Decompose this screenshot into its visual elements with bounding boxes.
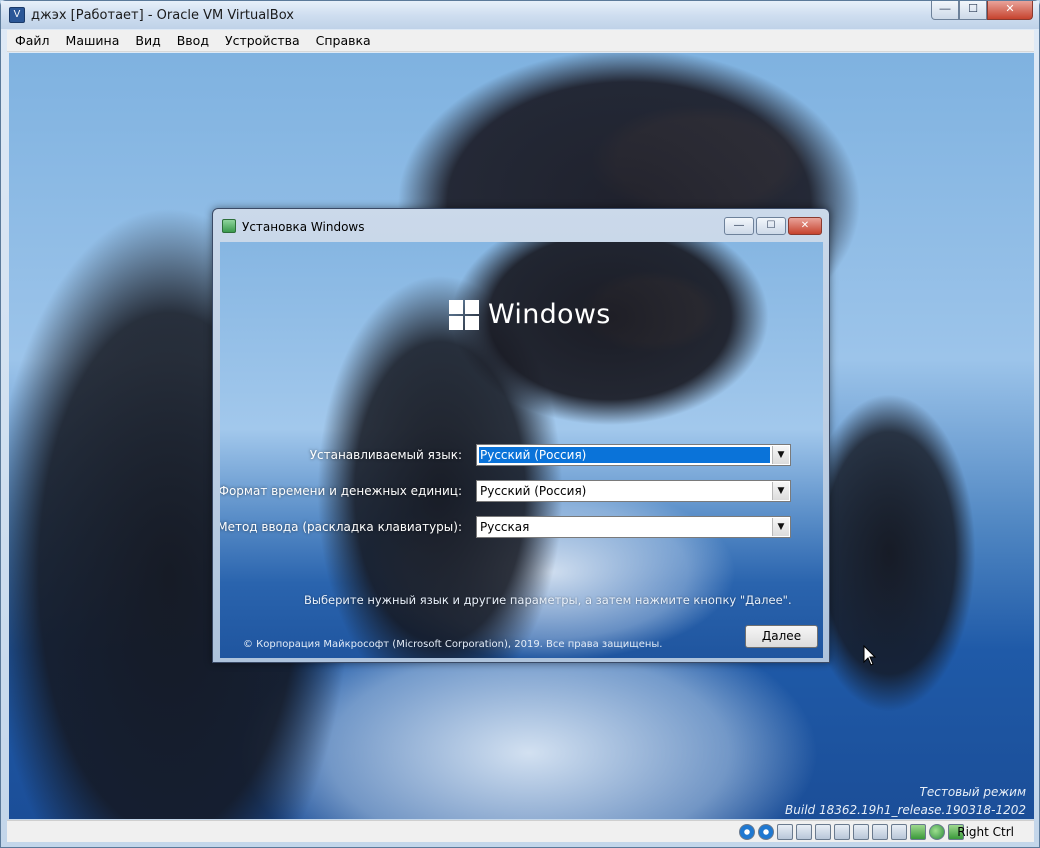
windows-setup-dialog: Установка Windows — ☐ ✕ Windows Устанавл…: [212, 208, 830, 663]
mouse-integration-icon[interactable]: [929, 824, 945, 840]
keyboard-label: Метод ввода (раскладка клавиатуры):: [220, 520, 462, 534]
windows-flag-icon: [449, 299, 479, 330]
maximize-button[interactable]: ☐: [959, 1, 987, 20]
menu-input[interactable]: Ввод: [169, 33, 217, 48]
window-titlebar[interactable]: V джэх [Работает] - Oracle VM VirtualBox…: [1, 1, 1039, 29]
time-currency-row: Формат времени и денежных единиц: Русски…: [220, 480, 823, 502]
menubar: Файл Машина Вид Ввод Устройства Справка: [7, 30, 1034, 52]
audio-icon[interactable]: [777, 824, 793, 840]
time-currency-label: Формат времени и денежных единиц:: [220, 484, 462, 498]
language-select[interactable]: Русский (Россия) ▼: [476, 444, 791, 466]
dialog-titlebar[interactable]: Установка Windows — ☐ ✕: [213, 209, 829, 243]
chevron-down-icon[interactable]: ▼: [772, 446, 789, 464]
keyboard-value: Русская: [480, 520, 530, 534]
language-label: Устанавливаемый язык:: [309, 448, 462, 462]
chevron-down-icon[interactable]: ▼: [772, 482, 789, 500]
statusbar: Right Ctrl: [7, 820, 1034, 842]
keyboard-select[interactable]: Русская ▼: [476, 516, 791, 538]
dialog-title: Установка Windows: [242, 220, 365, 234]
keyboard-row: Метод ввода (раскладка клавиатуры): Русс…: [220, 516, 823, 538]
close-button[interactable]: ✕: [987, 1, 1033, 20]
window-controls: — ☐ ✕: [931, 1, 1033, 20]
setup-app-icon: [222, 219, 236, 233]
host-key-label: Right Ctrl: [957, 825, 1014, 839]
instruction-text: Выберите нужный язык и другие параметры,…: [304, 593, 792, 607]
shared-folders-icon[interactable]: [834, 824, 850, 840]
menu-view[interactable]: Вид: [127, 33, 168, 48]
menu-file[interactable]: Файл: [7, 33, 58, 48]
dialog-client-area: Windows Устанавливаемый язык: Русский (Р…: [220, 242, 823, 658]
display-icon[interactable]: [853, 824, 869, 840]
video-capture-icon[interactable]: [872, 824, 888, 840]
next-button[interactable]: Далее: [745, 625, 818, 648]
windows-logo: Windows: [449, 299, 611, 330]
dialog-controls: — ☐ ✕: [724, 217, 822, 235]
dialog-maximize-button[interactable]: ☐: [756, 217, 786, 235]
dialog-close-button[interactable]: ✕: [788, 217, 822, 235]
test-mode-watermark: Тестовый режим: [919, 785, 1026, 799]
hard-disk-icon[interactable]: [739, 824, 755, 840]
language-row: Устанавливаемый язык: Русский (Россия) ▼: [220, 444, 823, 466]
dialog-minimize-button[interactable]: —: [724, 217, 754, 235]
status-icons: [739, 824, 964, 840]
build-watermark: Build 18362.19h1_release.190318-1202: [785, 803, 1026, 817]
recording-icon[interactable]: [891, 824, 907, 840]
optical-drive-icon[interactable]: [758, 824, 774, 840]
virtualbox-app-icon: V: [9, 7, 25, 23]
menu-machine[interactable]: Машина: [58, 33, 128, 48]
time-currency-value: Русский (Россия): [480, 484, 587, 498]
menu-devices[interactable]: Устройства: [217, 33, 308, 48]
chevron-down-icon[interactable]: ▼: [772, 518, 789, 536]
mouse-cursor-icon: [863, 645, 877, 666]
time-currency-select[interactable]: Русский (Россия) ▼: [476, 480, 791, 502]
network-icon[interactable]: [796, 824, 812, 840]
language-value: Русский (Россия): [479, 447, 770, 463]
usb-icon[interactable]: [815, 824, 831, 840]
virtualization-icon: [910, 824, 926, 840]
virtualbox-window: V джэх [Работает] - Oracle VM VirtualBox…: [0, 0, 1040, 848]
minimize-button[interactable]: —: [931, 1, 959, 20]
window-title: джэх [Работает] - Oracle VM VirtualBox: [31, 8, 294, 23]
windows-wordmark: Windows: [488, 299, 611, 330]
copyright-text: © Корпорация Майкрософт (Microsoft Corpo…: [243, 639, 663, 650]
menu-help[interactable]: Справка: [308, 33, 379, 48]
